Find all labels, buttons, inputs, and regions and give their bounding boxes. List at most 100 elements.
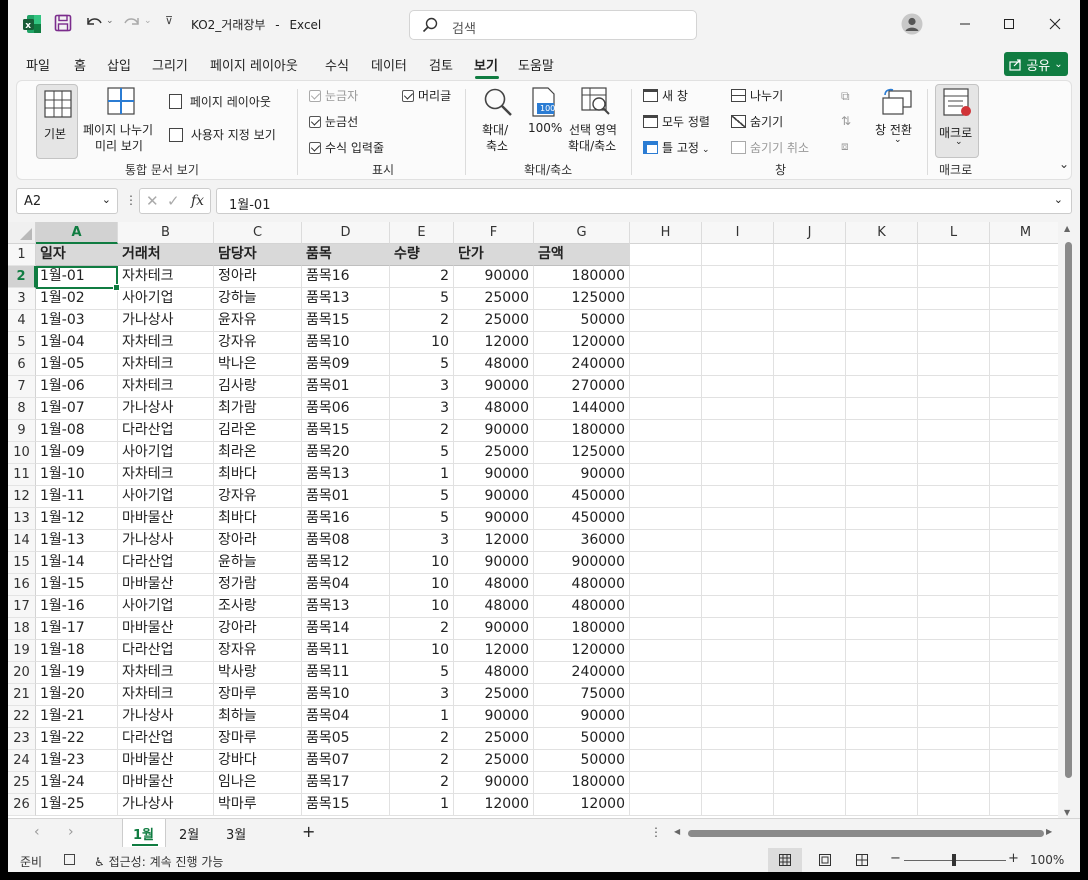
data-cell[interactable]: 품목11 bbox=[302, 640, 390, 662]
scroll-right-icon[interactable]: ▶ bbox=[1046, 827, 1052, 836]
data-cell[interactable]: 조사랑 bbox=[214, 596, 302, 618]
data-cell[interactable]: 마바물산 bbox=[118, 772, 214, 794]
data-cell[interactable]: 품목10 bbox=[302, 332, 390, 354]
enter-icon[interactable]: ✓ bbox=[167, 192, 180, 210]
cell[interactable] bbox=[990, 332, 1058, 354]
tab-draw[interactable]: 그리기 bbox=[152, 55, 188, 74]
data-cell[interactable]: 품목07 bbox=[302, 750, 390, 772]
data-cell[interactable]: 1월-03 bbox=[36, 310, 118, 332]
row-header[interactable]: 1 bbox=[8, 244, 36, 266]
cell[interactable] bbox=[918, 354, 990, 376]
page-break-status-icon[interactable] bbox=[856, 854, 868, 866]
cell[interactable] bbox=[846, 596, 918, 618]
cell[interactable] bbox=[918, 266, 990, 288]
data-cell[interactable]: 90000 bbox=[454, 552, 534, 574]
formula-bar-checkbox[interactable]: 수식 입력줄 bbox=[309, 139, 384, 156]
data-cell[interactable]: 50000 bbox=[534, 750, 630, 772]
custom-views-button[interactable]: 사용자 지정 보기 bbox=[169, 126, 276, 143]
scroll-up-icon[interactable]: ▲ bbox=[1064, 224, 1070, 233]
row-header[interactable]: 23 bbox=[8, 728, 36, 750]
data-cell[interactable]: 125000 bbox=[534, 288, 630, 310]
cell[interactable] bbox=[990, 508, 1058, 530]
data-cell[interactable]: 사아기업 bbox=[118, 486, 214, 508]
row-header[interactable]: 9 bbox=[8, 420, 36, 442]
cell[interactable] bbox=[774, 728, 846, 750]
column-header[interactable]: A bbox=[36, 222, 118, 244]
cell[interactable] bbox=[990, 574, 1058, 596]
cell[interactable] bbox=[630, 332, 702, 354]
normal-view-status-button[interactable] bbox=[768, 848, 802, 872]
data-cell[interactable]: 450000 bbox=[534, 486, 630, 508]
ruler-checkbox[interactable]: 눈금자 bbox=[309, 87, 358, 104]
data-cell[interactable]: 25000 bbox=[454, 310, 534, 332]
row-header[interactable]: 5 bbox=[8, 332, 36, 354]
cell[interactable] bbox=[918, 332, 990, 354]
data-cell[interactable]: 자차테크 bbox=[118, 354, 214, 376]
data-cell[interactable]: 박사랑 bbox=[214, 662, 302, 684]
data-cell[interactable]: 1월-12 bbox=[36, 508, 118, 530]
cell[interactable] bbox=[990, 640, 1058, 662]
row-header[interactable]: 2 bbox=[8, 266, 36, 288]
page-layout-view-button[interactable]: 페이지 레이아웃 bbox=[169, 93, 271, 110]
headings-checkbox[interactable]: 머리글 bbox=[402, 87, 451, 104]
cell[interactable] bbox=[774, 530, 846, 552]
cell[interactable] bbox=[702, 376, 774, 398]
data-cell[interactable]: 90000 bbox=[454, 772, 534, 794]
data-cell[interactable]: 강아라 bbox=[214, 618, 302, 640]
side-by-side-icon[interactable]: ⧉ bbox=[841, 89, 850, 104]
data-cell[interactable]: 품목13 bbox=[302, 596, 390, 618]
column-header[interactable]: L bbox=[918, 222, 990, 244]
data-cell[interactable]: 2 bbox=[390, 266, 454, 288]
cell[interactable] bbox=[990, 552, 1058, 574]
tab-home[interactable]: 홈 bbox=[74, 55, 86, 74]
cell[interactable] bbox=[774, 596, 846, 618]
column-header[interactable]: D bbox=[302, 222, 390, 244]
cell[interactable] bbox=[990, 772, 1058, 794]
column-header[interactable]: I bbox=[702, 222, 774, 244]
cell[interactable] bbox=[918, 508, 990, 530]
cell[interactable] bbox=[918, 398, 990, 420]
cell[interactable] bbox=[990, 706, 1058, 728]
data-cell[interactable]: 1월-19 bbox=[36, 662, 118, 684]
account-avatar-icon[interactable] bbox=[901, 13, 923, 38]
tab-insert[interactable]: 삽입 bbox=[107, 55, 131, 74]
data-cell[interactable]: 1월-01 bbox=[36, 266, 118, 288]
data-cell[interactable]: 25000 bbox=[454, 684, 534, 706]
data-cell[interactable]: 1월-07 bbox=[36, 398, 118, 420]
redo-icon[interactable] bbox=[122, 14, 142, 35]
column-header[interactable]: G bbox=[534, 222, 630, 244]
cell[interactable] bbox=[990, 750, 1058, 772]
data-cell[interactable]: 가나상사 bbox=[118, 310, 214, 332]
data-cell[interactable]: 144000 bbox=[534, 398, 630, 420]
cell[interactable] bbox=[990, 266, 1058, 288]
data-cell[interactable]: 품목13 bbox=[302, 288, 390, 310]
cell[interactable] bbox=[918, 310, 990, 332]
cell[interactable] bbox=[918, 750, 990, 772]
data-cell[interactable]: 1월-15 bbox=[36, 574, 118, 596]
row-header[interactable]: 6 bbox=[8, 354, 36, 376]
cell[interactable] bbox=[846, 728, 918, 750]
data-cell[interactable]: 강바다 bbox=[214, 750, 302, 772]
data-cell[interactable]: 90000 bbox=[454, 508, 534, 530]
cell[interactable] bbox=[918, 772, 990, 794]
expand-formula-bar-icon[interactable]: ⌄ bbox=[1054, 193, 1063, 206]
header-cell[interactable]: 단가 bbox=[454, 244, 534, 266]
cell[interactable] bbox=[918, 596, 990, 618]
data-cell[interactable]: 1월-04 bbox=[36, 332, 118, 354]
cancel-icon[interactable]: ✕ bbox=[146, 192, 159, 210]
freeze-panes-button[interactable]: 틀 고정 ⌄ bbox=[643, 139, 709, 156]
data-cell[interactable]: 1월-16 bbox=[36, 596, 118, 618]
data-cell[interactable]: 125000 bbox=[534, 442, 630, 464]
cell[interactable] bbox=[990, 288, 1058, 310]
cell[interactable] bbox=[846, 530, 918, 552]
cell[interactable] bbox=[702, 552, 774, 574]
minimize-button[interactable] bbox=[950, 10, 980, 38]
data-cell[interactable]: 480000 bbox=[534, 574, 630, 596]
sheet-tab-feb[interactable]: 2월 bbox=[179, 824, 199, 843]
data-cell[interactable]: 가나상사 bbox=[118, 530, 214, 552]
close-button[interactable] bbox=[1040, 10, 1070, 38]
data-cell[interactable]: 1월-20 bbox=[36, 684, 118, 706]
data-cell[interactable]: 다라산업 bbox=[118, 640, 214, 662]
cell[interactable] bbox=[702, 750, 774, 772]
cell[interactable] bbox=[918, 288, 990, 310]
